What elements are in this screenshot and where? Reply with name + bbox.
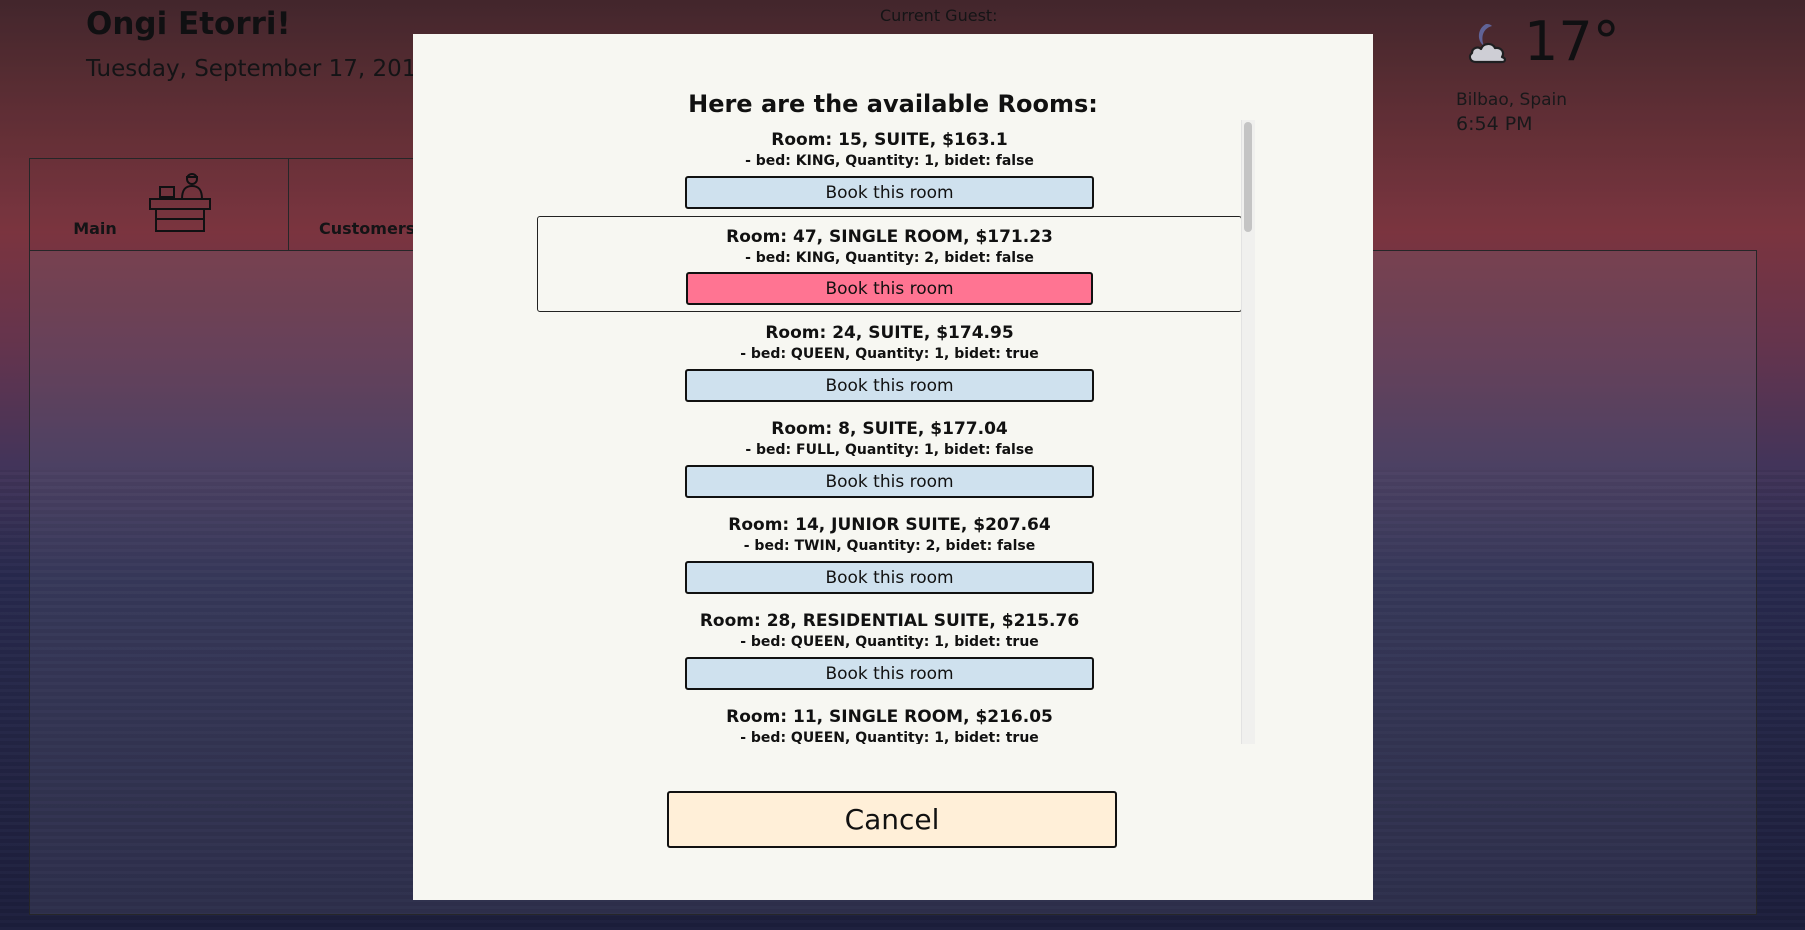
- room-item: Room: 14, JUNIOR SUITE, $207.64 - bed: T…: [537, 505, 1242, 601]
- room-item: Room: 24, SUITE, $174.95 - bed: QUEEN, Q…: [537, 313, 1242, 409]
- room-item: Room: 15, SUITE, $163.1 - bed: KING, Qua…: [537, 120, 1242, 216]
- room-title: Room: 14, JUNIOR SUITE, $207.64: [728, 515, 1051, 535]
- book-room-button[interactable]: Book this room: [685, 561, 1094, 594]
- room-details: - bed: KING, Quantity: 2, bidet: false: [745, 250, 1034, 266]
- room-details: - bed: TWIN, Quantity: 2, bidet: false: [743, 538, 1036, 554]
- room-title: Room: 15, SUITE, $163.1: [771, 130, 1008, 150]
- book-room-button[interactable]: Book this room: [685, 176, 1094, 209]
- room-item: Room: 47, SINGLE ROOM, $171.23 - bed: KI…: [537, 216, 1242, 312]
- room-title: Room: 8, SUITE, $177.04: [771, 419, 1008, 439]
- room-item: Room: 11, SINGLE ROOM, $216.05 - bed: QU…: [537, 697, 1242, 744]
- cancel-button[interactable]: Cancel: [667, 791, 1117, 848]
- room-title: Room: 11, SINGLE ROOM, $216.05: [726, 707, 1053, 727]
- room-details: - bed: KING, Quantity: 1, bidet: false: [745, 153, 1034, 169]
- room-details: - bed: QUEEN, Quantity: 1, bidet: true: [740, 346, 1039, 362]
- room-item: Room: 28, RESIDENTIAL SUITE, $215.76 - b…: [537, 601, 1242, 697]
- room-details: - bed: QUEEN, Quantity: 1, bidet: true: [740, 730, 1039, 744]
- book-room-button[interactable]: Book this room: [685, 465, 1094, 498]
- book-room-button[interactable]: Book this room: [686, 272, 1093, 305]
- room-title: Room: 47, SINGLE ROOM, $171.23: [726, 227, 1053, 247]
- book-room-button[interactable]: Book this room: [685, 657, 1094, 690]
- room-title: Room: 28, RESIDENTIAL SUITE, $215.76: [699, 611, 1080, 631]
- book-room-button[interactable]: Book this room: [685, 369, 1094, 402]
- room-item: Room: 8, SUITE, $177.04 - bed: FULL, Qua…: [537, 409, 1242, 505]
- room-details: - bed: QUEEN, Quantity: 1, bidet: true: [740, 634, 1039, 650]
- scrollbar-thumb[interactable]: [1244, 122, 1252, 232]
- modal-title: Here are the available Rooms:: [688, 90, 1098, 118]
- room-selection-modal: Here are the available Rooms: Room: 15, …: [413, 34, 1373, 900]
- room-details: - bed: FULL, Quantity: 1, bidet: false: [745, 442, 1034, 458]
- room-title: Room: 24, SUITE, $174.95: [765, 323, 1014, 343]
- room-list[interactable]: Room: 15, SUITE, $163.1 - bed: KING, Qua…: [537, 120, 1257, 744]
- room-list-scrollbar[interactable]: [1241, 120, 1255, 744]
